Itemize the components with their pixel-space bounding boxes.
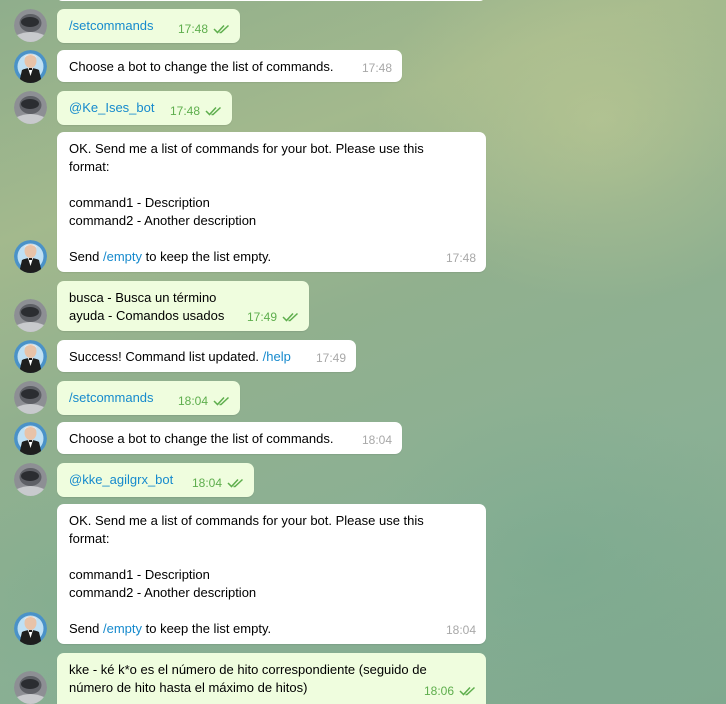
message-meta: 17:48: [446, 251, 476, 265]
message-text: command2 - Another description: [69, 585, 257, 600]
message-meta: 17:48: [170, 104, 222, 118]
message-meta: 17:48: [362, 61, 392, 75]
message-bubble[interactable]: /setcommands 18:04: [57, 381, 240, 415]
message-text: kke - ké k*o es el número de hito corres…: [69, 662, 431, 695]
message-list[interactable]: /setcommands 17:48 Choose a bot to chang…: [0, 0, 726, 704]
message-time: 18:04: [445, 623, 476, 637]
message-meta: 18:04: [178, 394, 230, 408]
message-time: 17:49: [315, 351, 346, 365]
user-avatar[interactable]: [14, 463, 47, 496]
message-time: 17:49: [246, 310, 277, 324]
message-text: Choose a bot to change the list of comma…: [69, 431, 334, 446]
message-bubble[interactable]: @kke_agilgrx_bot 18:04: [57, 463, 254, 497]
command-link[interactable]: /setcommands: [69, 390, 154, 405]
double-check-icon: [213, 24, 230, 34]
message-time: 17:48: [169, 104, 200, 118]
double-check-icon: [227, 478, 244, 488]
bot-username-link[interactable]: @Ke_Ises_bot: [69, 100, 154, 115]
user-avatar[interactable]: [14, 91, 47, 124]
message-time: 17:48: [177, 22, 208, 36]
double-check-icon: [459, 686, 476, 696]
message-meta: 17:49: [316, 351, 346, 365]
message-meta: 18:04: [192, 476, 244, 490]
message-meta: 18:06: [424, 684, 476, 698]
message-time: 17:48: [445, 251, 476, 265]
message-meta: 18:04: [446, 623, 476, 637]
message-meta: 17:49: [247, 310, 299, 324]
message-meta: 18:04: [362, 433, 392, 447]
bot-username-link[interactable]: @kke_agilgrx_bot: [69, 472, 173, 487]
botfather-avatar[interactable]: [14, 422, 47, 455]
message-text: Send /empty to keep the list empty.: [69, 249, 272, 264]
message-bubble[interactable]: Choose a bot to change the list of comma…: [57, 50, 402, 82]
botfather-avatar[interactable]: [14, 50, 47, 83]
message-bubble[interactable]: Success! Command list updated. /help 17:…: [57, 340, 356, 372]
message-bubble[interactable]: kke - ké k*o es el número de hito corres…: [57, 653, 486, 704]
command-link[interactable]: /empty: [103, 621, 142, 636]
message-bubble[interactable]: OK. Send me a list of commands for your …: [57, 132, 486, 272]
message-text: OK. Send me a list of commands for your …: [69, 513, 428, 546]
message-text: OK. Send me a list of commands for your …: [69, 141, 428, 174]
message-text: command1 - Description: [69, 567, 210, 582]
previous-message-edge: [57, 0, 485, 1]
message-text: busca - Busca un término ayuda - Comando…: [69, 290, 225, 323]
botfather-avatar[interactable]: [14, 240, 47, 273]
message-bubble[interactable]: busca - Busca un término ayuda - Comando…: [57, 281, 309, 331]
command-link[interactable]: /setcommands: [69, 18, 154, 33]
user-avatar[interactable]: [14, 9, 47, 42]
message-time: 18:04: [361, 433, 392, 447]
message-text: Success! Command list updated.: [69, 349, 263, 364]
user-avatar[interactable]: [14, 299, 47, 332]
message-time: 17:48: [361, 61, 392, 75]
botfather-avatar[interactable]: [14, 340, 47, 373]
message-bubble[interactable]: @Ke_Ises_bot 17:48: [57, 91, 232, 125]
message-time: 18:04: [191, 476, 222, 490]
help-command-link[interactable]: /help: [263, 349, 291, 364]
double-check-icon: [213, 396, 230, 406]
message-bubble[interactable]: /setcommands 17:48: [57, 9, 240, 43]
message-bubble[interactable]: OK. Send me a list of commands for your …: [57, 504, 486, 644]
user-avatar[interactable]: [14, 671, 47, 704]
message-time: 18:06: [423, 684, 454, 698]
botfather-avatar[interactable]: [14, 612, 47, 645]
message-time: 18:04: [177, 394, 208, 408]
message-text: command1 - Description: [69, 195, 210, 210]
message-text: Choose a bot to change the list of comma…: [69, 59, 334, 74]
command-link[interactable]: /empty: [103, 249, 142, 264]
message-bubble[interactable]: Choose a bot to change the list of comma…: [57, 422, 402, 454]
message-meta: 17:48: [178, 22, 230, 36]
message-text: Send /empty to keep the list empty.: [69, 621, 272, 636]
message-text: command2 - Another description: [69, 213, 257, 228]
user-avatar[interactable]: [14, 381, 47, 414]
double-check-icon: [205, 106, 222, 116]
double-check-icon: [282, 312, 299, 322]
